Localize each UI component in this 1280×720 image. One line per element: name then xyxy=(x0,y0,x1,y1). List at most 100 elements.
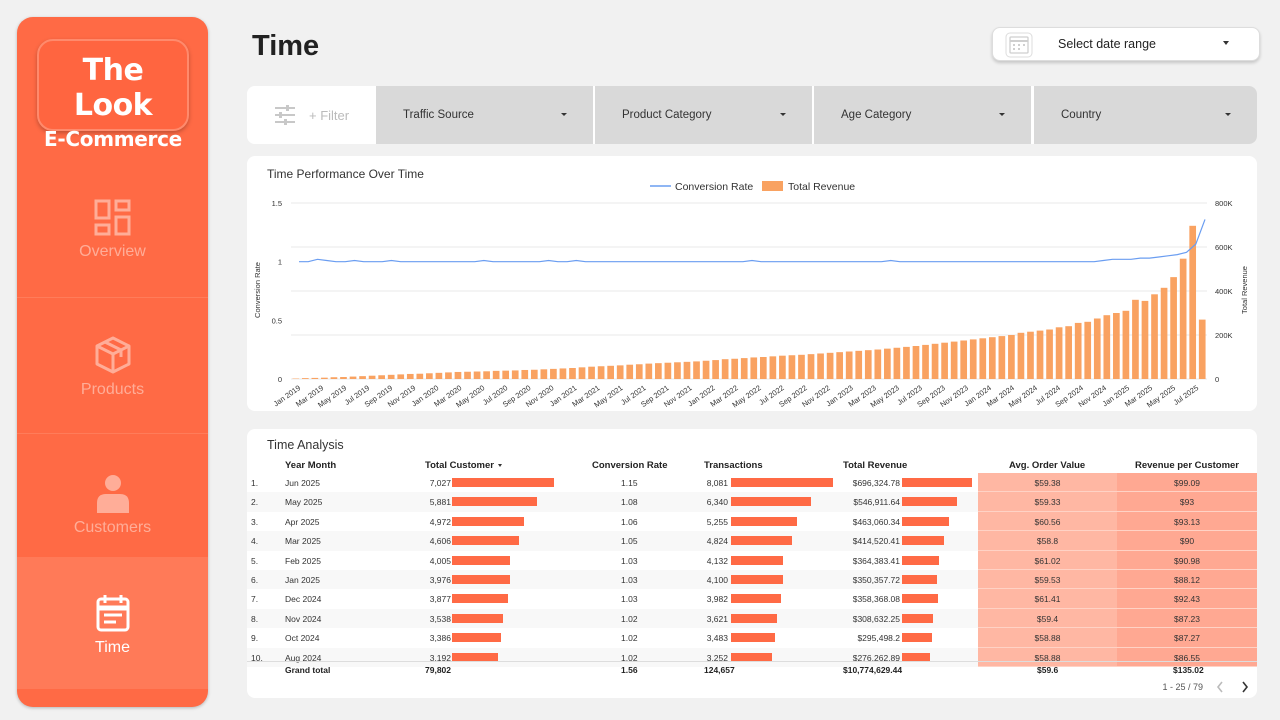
sliders-icon xyxy=(275,105,295,125)
calendar-icon xyxy=(96,595,129,632)
grand-total-label: Grand total xyxy=(285,665,331,675)
table-row[interactable]: 6. Jan 2025 3,976 1.03 4,100 $350,357.72 $59.5… xyxy=(247,570,1257,590)
column-header-year-month[interactable]: Year Month xyxy=(285,460,336,471)
revenue-bar xyxy=(559,368,567,379)
table-row[interactable]: 5. Feb 2025 4,005 1.03 4,132 $364,383.41 $61.0… xyxy=(247,550,1257,570)
table-row[interactable]: 1. Jun 2025 7,027 1.15 8,081 $696,324.78 $59.3… xyxy=(247,473,1257,493)
table-row[interactable]: 7. Dec 2024 3,877 1.03 3,982 $358,368.08 $61.4… xyxy=(247,589,1257,609)
sidebar-item-overview[interactable]: Overview xyxy=(17,163,208,298)
cell-transactions: 4,824 xyxy=(706,536,728,547)
cell-revenue-per-customer: $93.13 xyxy=(1117,511,1257,532)
y2-tick-label: 0 xyxy=(1215,375,1219,384)
revenue-bar xyxy=(607,365,614,379)
chevron-down-icon xyxy=(780,113,786,116)
cell-conversion-rate: 1.02 xyxy=(621,633,638,644)
revenue-bar xyxy=(731,358,739,379)
product-category-dropdown[interactable]: Product Category xyxy=(595,86,812,144)
revenue-bar xyxy=(912,346,920,379)
column-header-total-revenue[interactable]: Total Revenue xyxy=(843,460,907,471)
table-row[interactable]: 4. Mar 2025 4,606 1.05 4,824 $414,520.41 $58.8… xyxy=(247,531,1257,551)
column-header-avg-order-value[interactable]: Avg. Order Value xyxy=(1009,460,1085,471)
revenue-bar xyxy=(464,371,471,379)
revenue-bar xyxy=(435,372,443,379)
revenue-bar xyxy=(998,336,1006,379)
revenue-bar xyxy=(1017,332,1025,379)
y2-tick-label: 200K xyxy=(1215,331,1233,340)
chevron-right-icon[interactable] xyxy=(1240,680,1250,694)
table-row[interactable]: 8. Nov 2024 3,538 1.02 3,621 $308,632.25 $59.4… xyxy=(247,608,1257,629)
cell-revenue-per-customer: $93 xyxy=(1117,492,1257,512)
revenue-bar xyxy=(836,352,843,379)
transactions-bar xyxy=(731,478,833,487)
cell-total-revenue: $414,520.41 xyxy=(852,536,900,547)
revenue-bar xyxy=(960,340,968,379)
revenue-bar xyxy=(750,357,758,379)
revenue-bar xyxy=(1065,326,1072,379)
revenue-bar xyxy=(588,366,595,379)
total-revenue-bar xyxy=(902,633,932,643)
revenue-bar xyxy=(1141,300,1149,379)
header-label: Total Customer xyxy=(425,460,494,471)
y-tick-label: 0 xyxy=(278,375,282,384)
chart-title: Time Performance Over Time xyxy=(267,167,424,181)
date-range-picker[interactable]: Select date range xyxy=(992,27,1260,61)
revenue-bar xyxy=(426,373,433,379)
sidebar-item-products[interactable]: Products xyxy=(17,299,208,434)
cell-transactions: 4,100 xyxy=(706,575,728,585)
revenue-bar xyxy=(931,343,939,379)
transactions-bar xyxy=(731,594,782,604)
chevron-left-icon[interactable] xyxy=(1215,680,1225,694)
sidebar-item-customers[interactable]: Customers xyxy=(17,435,208,570)
column-header-conversion-rate[interactable]: Conversion Rate xyxy=(592,460,668,471)
table-row[interactable]: 9. Oct 2024 3,386 1.02 3,483 $295,498.2 $58.88… xyxy=(247,628,1257,648)
revenue-bar xyxy=(712,360,719,379)
revenue-bar xyxy=(788,355,796,379)
revenue-bar xyxy=(1113,313,1120,379)
table-row[interactable]: 3. Apr 2025 4,972 1.06 5,255 $463,060.34 $60.5… xyxy=(247,511,1257,532)
age-category-dropdown[interactable]: Age Category xyxy=(814,86,1031,144)
add-filter-button[interactable]: + Filter xyxy=(247,86,376,144)
traffic-source-dropdown[interactable]: Traffic Source xyxy=(376,86,593,144)
column-header-total-customer[interactable]: Total Customer xyxy=(425,460,502,471)
revenue-bar xyxy=(540,369,548,379)
x-tick-label: Jul 2025 xyxy=(1172,383,1200,407)
cell-revenue-per-customer: $99.09 xyxy=(1117,473,1257,493)
column-header-transactions[interactable]: Transactions xyxy=(704,460,763,471)
dashboard-icon xyxy=(94,199,130,236)
transactions-bar xyxy=(731,575,783,584)
calendar-icon xyxy=(1005,32,1033,58)
row-index: 9. xyxy=(251,633,259,644)
revenue-bar xyxy=(759,357,767,379)
cell-avg-order-value: $58.8 xyxy=(978,531,1117,551)
revenue-bar xyxy=(397,374,405,379)
cell-conversion-rate: 1.05 xyxy=(621,536,638,547)
column-header-revenue-per-customer[interactable]: Revenue per Customer xyxy=(1135,460,1239,471)
grand-total-aov: $59.6 xyxy=(1037,665,1059,675)
cell-avg-order-value: $59.53 xyxy=(978,570,1117,590)
revenue-bar xyxy=(578,367,586,379)
row-index: 4. xyxy=(251,536,259,547)
country-dropdown[interactable]: Country xyxy=(1034,86,1257,144)
revenue-bar xyxy=(301,378,309,379)
revenue-bar xyxy=(798,354,805,379)
cell-avg-order-value: $59.4 xyxy=(978,608,1117,629)
grand-total-conversion: 1.56 xyxy=(621,665,638,675)
revenue-bar xyxy=(1122,310,1130,379)
total-customer-bar xyxy=(452,536,519,546)
revenue-bar xyxy=(950,341,958,379)
revenue-bar xyxy=(721,359,729,379)
sidebar-item-time[interactable]: Time xyxy=(17,557,208,689)
cell-conversion-rate: 1.03 xyxy=(621,575,638,585)
grand-total-row: Grand total 79,802 1.56 124,657 $10,774,… xyxy=(247,661,1257,677)
table-row[interactable]: 2. May 2025 5,881 1.08 6,340 $546,911.64 $59.3… xyxy=(247,492,1257,512)
row-index: 5. xyxy=(251,555,259,566)
sort-descending-icon xyxy=(497,463,502,467)
cell-conversion-rate: 1.08 xyxy=(621,497,638,508)
app-logo[interactable]: The Look E-Commerce xyxy=(37,39,189,151)
total-customer-bar xyxy=(452,555,511,565)
revenue-bar xyxy=(769,356,777,379)
revenue-bar xyxy=(492,370,500,379)
cell-revenue-per-customer: $88.12 xyxy=(1117,570,1257,590)
chart-legend[interactable]: Conversion Rate Total Revenue xyxy=(650,181,855,193)
time-performance-chart: Time Performance Over Time Conversion Ra… xyxy=(247,156,1257,411)
